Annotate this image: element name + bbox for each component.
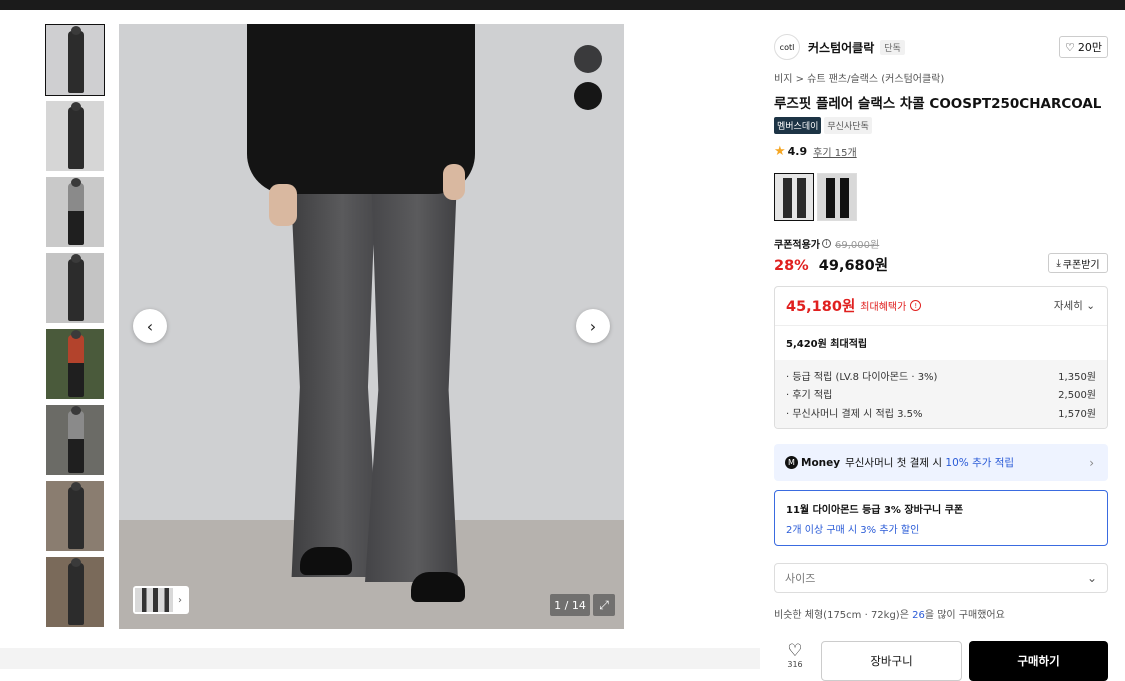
brand-logo[interactable]: cotl	[774, 34, 800, 60]
points-total: 5,420원 최대적립	[775, 325, 1107, 359]
sale-price: 49,680원	[818, 258, 889, 274]
money-highlight: 10% 추가 적립	[945, 457, 1015, 469]
image-hand	[269, 184, 297, 226]
money-text: 무신사머니 첫 결제 시	[845, 457, 943, 469]
get-coupon-button[interactable]: ⤓ 쿠폰받기	[1048, 253, 1108, 273]
main-product-image: ‹ › › 1 / 14 ⤢	[119, 24, 624, 629]
discount-rate: 28%	[774, 258, 809, 274]
original-price: 69,000원	[835, 240, 880, 251]
add-to-cart-button[interactable]: 장바구니	[821, 641, 962, 681]
max-benefit-row[interactable]: 45,180원 최대혜택가 ! 자세히 ⌄	[775, 287, 1107, 324]
musinsa-money-banner[interactable]: M Money 무신사머니 첫 결제 시 10% 추가 적립 ›	[774, 444, 1108, 481]
image-hand	[443, 164, 465, 200]
exclusive-badge: 무신사단독	[824, 117, 872, 134]
chevron-left-icon: ‹	[146, 316, 154, 336]
breadcrumb[interactable]: 비지 > 슈트 팬츠/슬랙스 (커스텀어클락)	[774, 70, 944, 85]
badge-row: 멤버스데이 무신사단독	[774, 117, 872, 134]
points-item: · 후기 적립 2,500원	[786, 385, 1096, 404]
product-info-panel: cotl 커스텀어클락 단독 ♡ 20만 비지 > 슈트 팬츠/슬랙스 (커스텀…	[760, 24, 1125, 681]
chevron-right-icon: ›	[589, 316, 597, 336]
thumbnail-4[interactable]	[45, 252, 105, 324]
coupon-price-label: 쿠폰적용가	[774, 240, 820, 251]
prev-image-button[interactable]: ‹	[133, 309, 167, 343]
image-counter: 1 / 14	[550, 594, 590, 616]
rating-row: ★ 4.9 후기 15개	[774, 144, 857, 159]
brand-like-button[interactable]: ♡ 20만	[1059, 36, 1108, 58]
size-select[interactable]: 사이즈 ⌄	[774, 563, 1108, 593]
buy-now-button[interactable]: 구매하기	[969, 641, 1108, 681]
money-icon: M	[785, 456, 798, 469]
brand-row: cotl 커스텀어클락 단독	[774, 34, 905, 60]
thumbnail-8[interactable]	[45, 556, 105, 628]
download-icon: ⤓	[1056, 257, 1061, 269]
color-dot-black[interactable]	[574, 82, 602, 110]
info-icon[interactable]: !	[910, 300, 922, 311]
points-item-label: · 무신사머니 결제 시 적립 3.5%	[786, 408, 923, 420]
cart-coupon-box[interactable]: 11월 다이아몬드 등급 3% 장바구니 쿠폰 2개 이상 구매 시 3% 추가…	[774, 490, 1108, 546]
chevron-right-icon: ›	[1089, 455, 1094, 470]
points-breakdown: · 등급 적립 (LV.8 다이아몬드 · 3%) 1,350원 · 후기 적립 2,…	[775, 360, 1107, 428]
image-shoe	[300, 547, 352, 575]
similar-count: 26	[912, 610, 925, 621]
color-dot-charcoal[interactable]	[574, 45, 602, 73]
thumbnail-1[interactable]	[45, 24, 105, 96]
info-icon[interactable]: i	[822, 239, 831, 248]
image-preview-strip[interactable]: ›	[133, 586, 189, 614]
star-icon: ★	[774, 144, 786, 159]
color-options	[774, 173, 860, 221]
image-shirt	[247, 24, 475, 194]
thumbnail-list	[45, 24, 105, 632]
max-benefit-label: 최대혜택가	[860, 302, 907, 313]
cart-coupon-desc: 2개 이상 구매 시 3% 추가 할인	[786, 525, 920, 536]
brand-tag: 단독	[880, 39, 905, 55]
preview-thumbnail	[135, 588, 173, 612]
points-item-value: 1,350원	[1058, 371, 1096, 383]
product-title: 루즈핏 플레어 슬랙스 차콜 COOSPT250CHARCOAL	[774, 96, 1102, 112]
color-option-charcoal[interactable]	[774, 173, 814, 221]
next-image-button[interactable]: ›	[576, 309, 610, 343]
like-count: 20만	[1077, 41, 1102, 54]
color-option-black[interactable]	[817, 173, 857, 221]
thumbnail-5[interactable]	[45, 328, 105, 400]
points-item-label: · 후기 적립	[786, 390, 833, 402]
heart-icon: ♡	[1065, 40, 1075, 54]
thumbnail-3[interactable]	[45, 176, 105, 248]
wishlist-count: 316	[787, 660, 803, 669]
members-day-badge: 멤버스데이	[774, 117, 822, 134]
chevron-down-icon: ⌄	[1086, 300, 1095, 312]
image-shoe	[411, 572, 465, 602]
rating-score: 4.9	[787, 145, 808, 158]
money-name: Money	[801, 456, 841, 469]
page-footer-strip	[0, 648, 760, 669]
points-item-value: 1,570원	[1058, 408, 1096, 420]
size-placeholder: 사이즈	[785, 572, 816, 585]
brand-name[interactable]: 커스텀어클락	[808, 39, 874, 56]
max-benefit-price: 45,180원	[786, 299, 856, 315]
wishlist-button[interactable]: ♡ 316	[780, 642, 810, 669]
points-item-label: · 등급 적립 (LV.8 다이아몬드 · 3%)	[786, 371, 938, 383]
cart-coupon-title: 11월 다이아몬드 등급 3% 장바구니 쿠폰	[786, 505, 964, 516]
reviews-link[interactable]: 후기 15개	[813, 144, 857, 159]
points-item: · 등급 적립 (LV.8 다이아몬드 · 3%) 1,350원	[786, 366, 1096, 385]
heart-icon: ♡	[787, 641, 803, 661]
detail-toggle[interactable]: 자세히 ⌄	[1054, 298, 1095, 313]
get-coupon-label: 쿠폰받기	[1062, 259, 1100, 271]
price-row: 28% 49,680원	[774, 254, 888, 275]
thumbnail-2[interactable]	[45, 100, 105, 172]
benefit-box: 45,180원 최대혜택가 ! 자세히 ⌄ 5,420원 최대적립 · 등급 적…	[774, 286, 1108, 429]
expand-icon[interactable]: ⤢	[593, 594, 615, 616]
points-item-value: 2,500원	[1058, 390, 1096, 402]
top-bar	[0, 0, 1125, 10]
chevron-right-icon: ›	[178, 594, 182, 606]
similar-body-text: 비슷한 체형(175cm · 72kg)은 26을 많이 구매했어요	[774, 610, 1005, 621]
thumbnail-6[interactable]	[45, 404, 105, 476]
points-item: · 무신사머니 결제 시 적립 3.5% 1,570원	[786, 403, 1096, 422]
coupon-price-label-row: 쿠폰적용가 i 69,000원	[774, 236, 879, 251]
chevron-down-icon: ⌄	[1086, 571, 1097, 585]
thumbnail-7[interactable]	[45, 480, 105, 552]
